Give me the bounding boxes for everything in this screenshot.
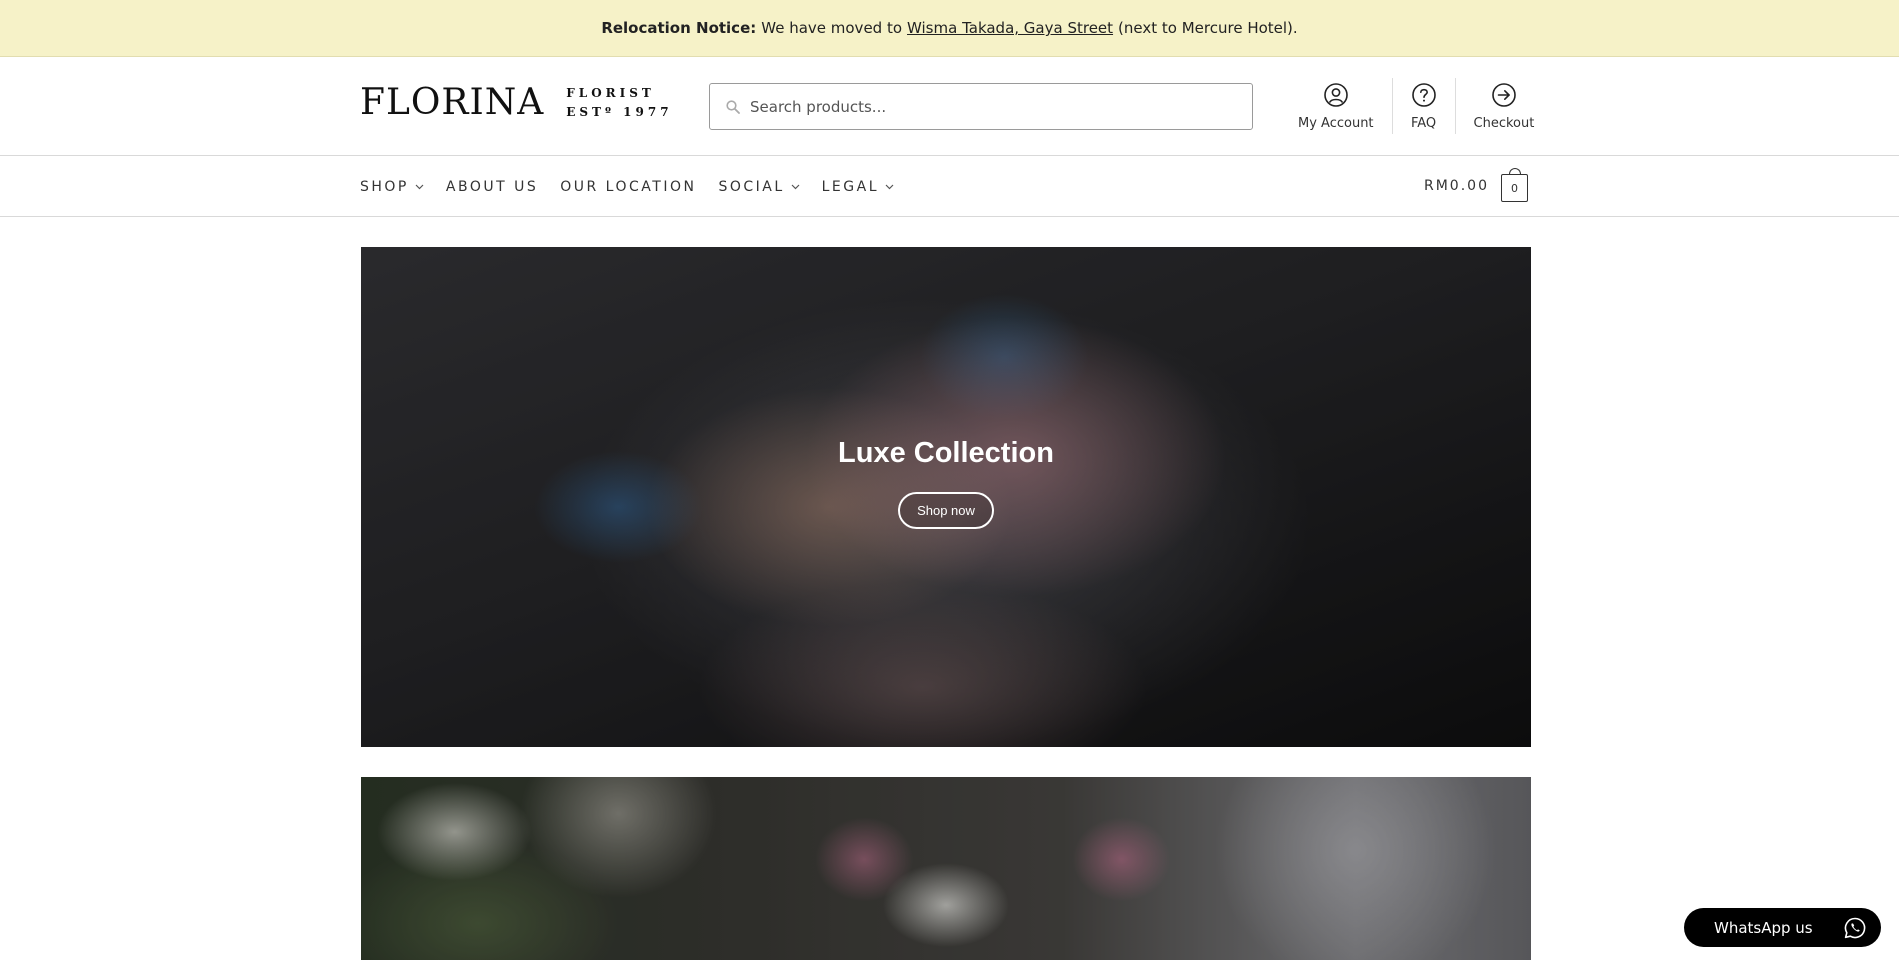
question-circle-icon (1411, 83, 1436, 107)
my-account-link[interactable]: My Account (1280, 78, 1392, 134)
nav-item-our-location[interactable]: OUR LOCATION (560, 179, 696, 195)
collection-banner-image[interactable] (361, 777, 1531, 960)
site-header: FLORINA FLORIST ESTº 1977 My Account (0, 57, 1899, 156)
search-bar (709, 83, 1253, 130)
checkout-label: Checkout (1473, 116, 1535, 131)
cart-count: 0 (1510, 181, 1518, 195)
whatsapp-label: WhatsApp us (1714, 918, 1813, 937)
faq-link[interactable]: FAQ (1391, 78, 1455, 134)
logo-tagline-line1: FLORIST (566, 86, 655, 100)
notice-label: Relocation Notice: (601, 19, 757, 37)
hero-title: Luxe Collection (838, 437, 1054, 469)
logo-tagline-line2: ESTº 1977 (566, 105, 673, 119)
arrow-right-circle-icon (1492, 83, 1516, 107)
nav-item-legal[interactable]: LEGAL (822, 179, 894, 195)
cart-button[interactable]: RM0.00 0 (1424, 168, 1528, 202)
shopping-bag-icon: 0 (1500, 168, 1528, 202)
notice-text-before: We have moved to (761, 19, 903, 37)
chevron-down-icon (415, 184, 424, 189)
user-circle-icon (1323, 83, 1348, 107)
chevron-down-icon (885, 184, 894, 189)
nav-item-social[interactable]: SOCIAL (718, 178, 800, 195)
search-input[interactable] (750, 97, 1230, 116)
hero-content: Luxe Collection Shop now (361, 247, 1531, 747)
logo-tagline: FLORIST ESTº 1977 (566, 84, 672, 122)
cart-total: RM0.00 (1424, 178, 1489, 194)
nav-item-label: OUR LOCATION (560, 178, 697, 195)
notice-text-after: (next to Mercure Hotel). (1118, 19, 1298, 37)
chevron-down-icon (791, 184, 800, 189)
hero-banner-luxe-collection[interactable]: Luxe Collection Shop now (361, 247, 1531, 747)
whatsapp-icon (1844, 917, 1866, 938)
whatsapp-chat-button[interactable]: WhatsApp us (1684, 908, 1881, 947)
banner-image-overlay (361, 777, 1531, 960)
nav-menu: SHOP ABOUT US OUR LOCATION SOCIAL LEGAL (360, 156, 916, 217)
relocation-notice-bar: Relocation Notice: We have moved to Wism… (0, 0, 1899, 57)
my-account-label: My Account (1298, 116, 1374, 131)
nav-item-label: LEGAL (821, 178, 879, 195)
site-logo[interactable]: FLORINA FLORIST ESTº 1977 (360, 84, 673, 122)
notice-location-link[interactable]: Wisma Takada, Gaya Street (907, 19, 1113, 37)
shop-now-button[interactable]: Shop now (898, 492, 994, 529)
header-account-links: My Account FAQ Checkout (1280, 78, 1552, 134)
main-navigation: SHOP ABOUT US OUR LOCATION SOCIAL LEGAL … (0, 156, 1899, 217)
nav-item-label: SOCIAL (718, 178, 785, 195)
checkout-link[interactable]: Checkout (1454, 78, 1553, 134)
nav-item-shop[interactable]: SHOP (360, 179, 424, 195)
nav-item-label: SHOP (360, 178, 409, 195)
logo-wordmark: FLORINA (360, 82, 545, 123)
nav-item-label: ABOUT US (445, 178, 539, 195)
faq-label: FAQ (1410, 116, 1437, 131)
nav-item-about-us[interactable]: ABOUT US (446, 179, 538, 195)
search-icon (726, 99, 740, 114)
